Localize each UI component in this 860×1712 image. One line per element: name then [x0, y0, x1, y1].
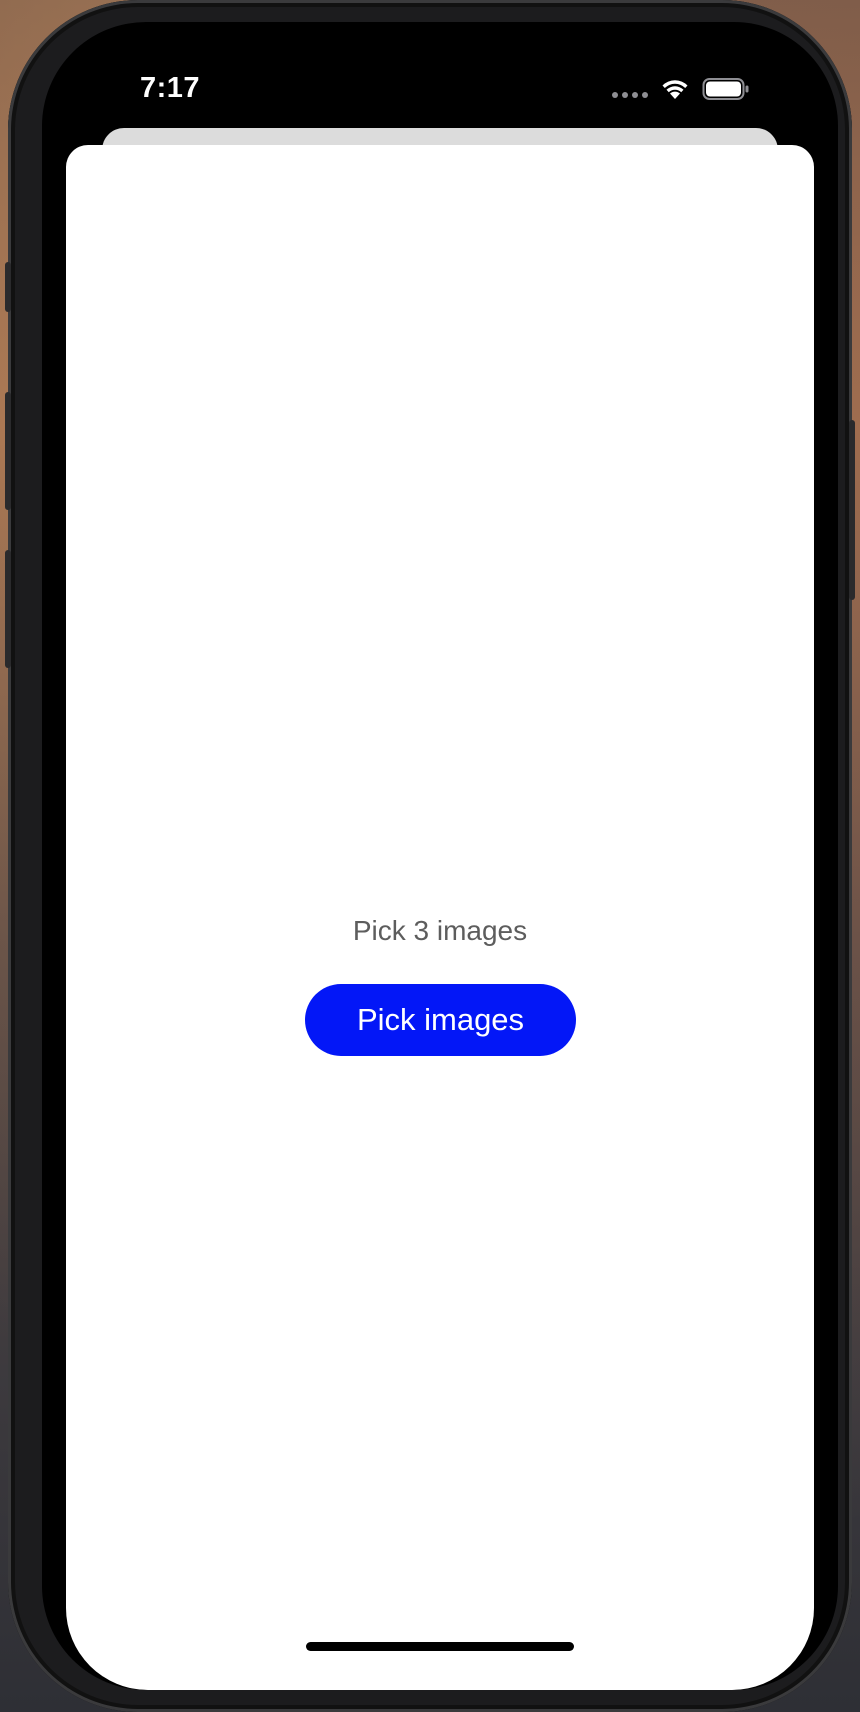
cellular-signal-icon [612, 92, 648, 98]
prompt-label: Pick 3 images [352, 915, 528, 946]
wifi-icon [662, 80, 688, 99]
volume-up-button [5, 392, 11, 510]
status-icons [612, 77, 750, 101]
volume-down-button [5, 550, 11, 668]
status-bar: 7:17 [42, 22, 838, 132]
mute-switch [5, 262, 11, 312]
phone-screen: 7:17 Pick 3 images Pick images [42, 22, 838, 1690]
modal-sheet: Pick 3 images Pick images [66, 145, 814, 1690]
phone-frame: 7:17 Pick 3 images Pick images [5, 0, 855, 1712]
power-button [849, 420, 855, 600]
status-time: 7:17 [140, 72, 201, 104]
battery-icon [702, 78, 749, 100]
pick-images-button[interactable]: Pick images [305, 984, 576, 1056]
home-indicator[interactable] [306, 1642, 574, 1651]
